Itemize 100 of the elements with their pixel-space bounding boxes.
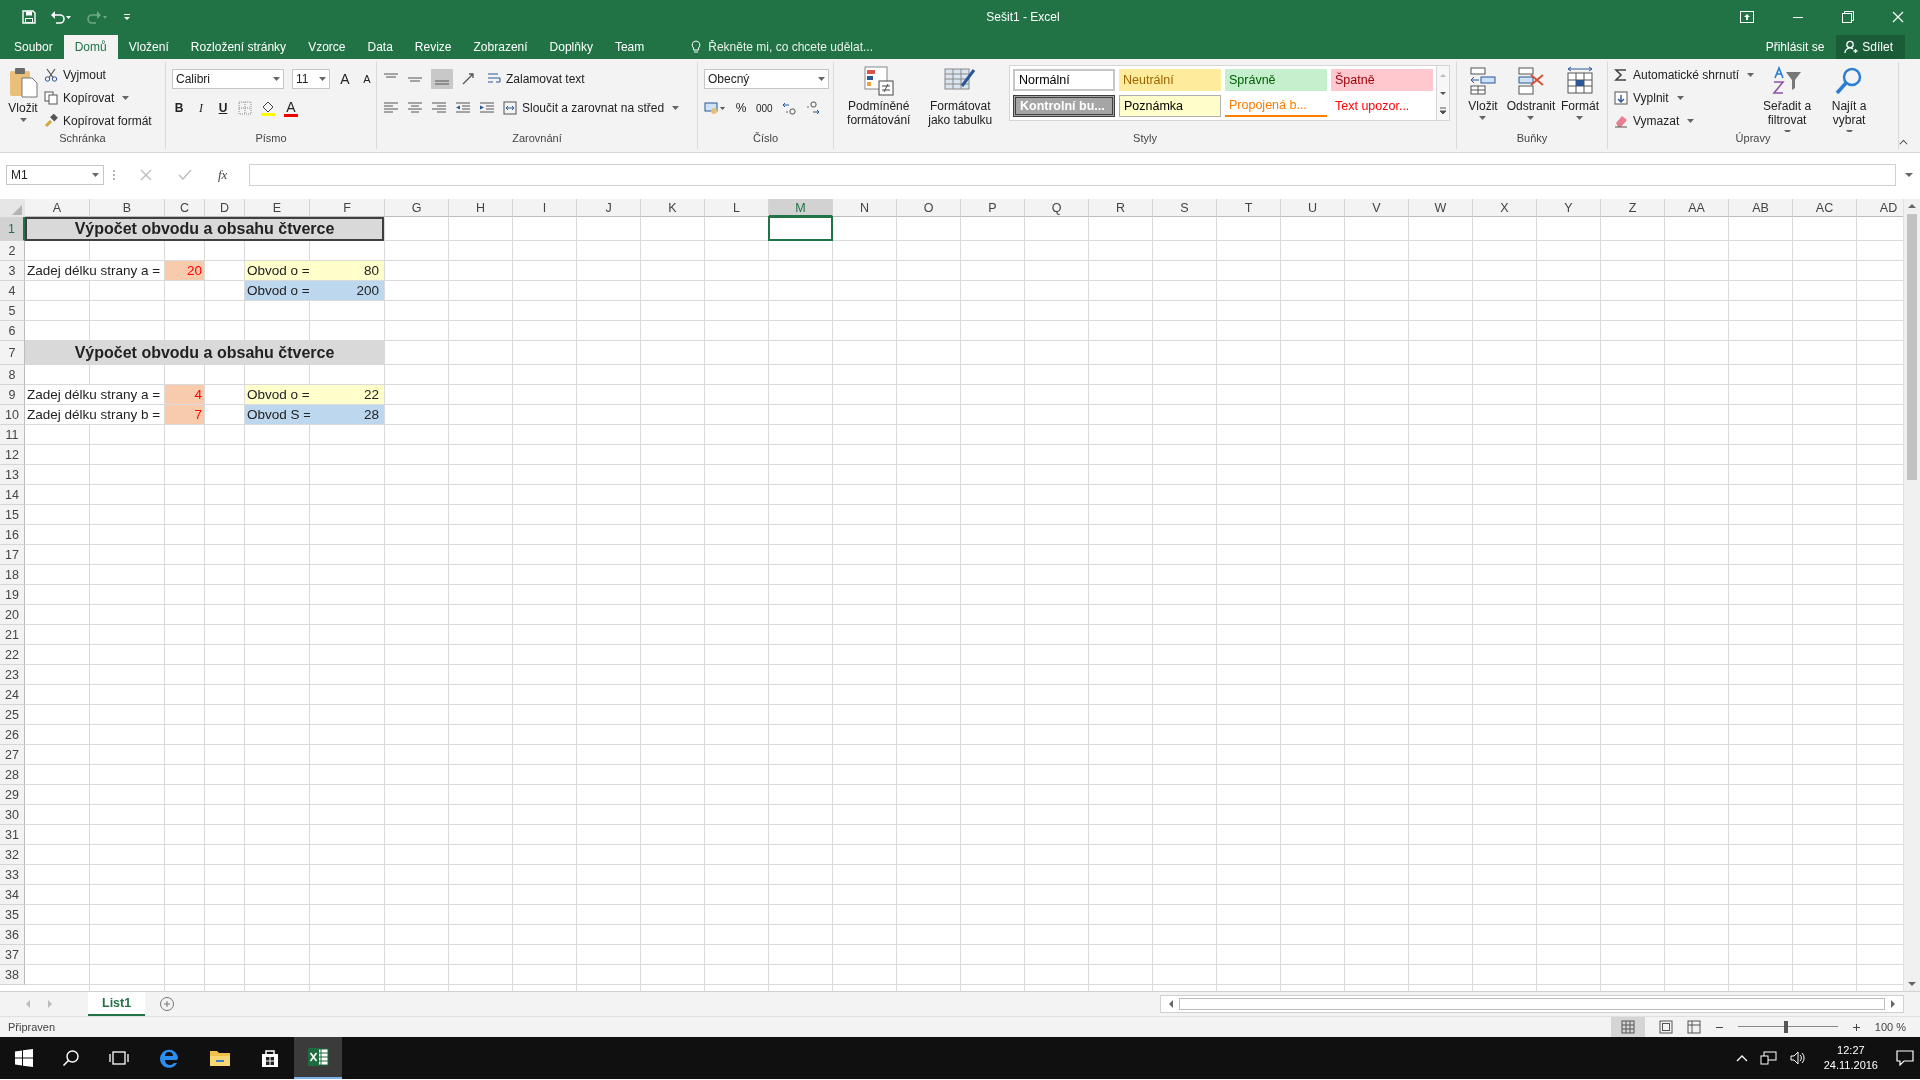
row-header[interactable]: 21 xyxy=(0,625,25,645)
column-header[interactable]: Z xyxy=(1601,199,1665,217)
column-header[interactable]: AD xyxy=(1857,199,1903,217)
cell-style-swatch[interactable]: Text upozor... xyxy=(1331,95,1433,117)
fill-color-icon[interactable] xyxy=(260,100,276,116)
copy-button[interactable]: Kopírovat xyxy=(44,88,152,108)
ribbon-tab[interactable]: Team xyxy=(603,35,656,59)
task-view-icon[interactable] xyxy=(109,1050,129,1066)
undo-icon[interactable] xyxy=(50,10,72,24)
normal-view-icon[interactable] xyxy=(1610,1017,1645,1037)
browser-icon[interactable] xyxy=(158,1047,180,1069)
share-button[interactable]: Sdílet xyxy=(1836,35,1905,59)
row-header[interactable]: 6 xyxy=(0,321,25,341)
spreadsheet-app-icon[interactable] xyxy=(294,1037,342,1079)
font-name-dropdown[interactable]: Calibri xyxy=(172,69,284,89)
expand-icon[interactable] xyxy=(1904,171,1914,179)
row-header[interactable]: 5 xyxy=(0,301,25,321)
merge-center-button[interactable]: Sloučit a zarovnat na střed xyxy=(503,98,680,118)
font-color-button[interactable]: A xyxy=(284,99,298,117)
bold-button[interactable]: B xyxy=(172,101,186,115)
row-header[interactable]: 8 xyxy=(0,365,25,385)
row-header[interactable]: 20 xyxy=(0,605,25,625)
cut-button[interactable]: Vyjmout xyxy=(44,65,152,85)
italic-button[interactable]: I xyxy=(194,100,208,116)
row-header[interactable]: 18 xyxy=(0,565,25,585)
row-header[interactable]: 13 xyxy=(0,465,25,485)
row-header[interactable]: 17 xyxy=(0,545,25,565)
column-header[interactable]: Q xyxy=(1025,199,1089,217)
column-header[interactable]: O xyxy=(897,199,961,217)
row-header[interactable]: 29 xyxy=(0,785,25,805)
number-format-dropdown[interactable]: Obecný xyxy=(704,69,829,89)
column-header[interactable]: AB xyxy=(1729,199,1793,217)
column-header[interactable]: W xyxy=(1409,199,1473,217)
save-icon[interactable] xyxy=(22,10,36,24)
row-header[interactable]: 25 xyxy=(0,705,25,725)
row-header[interactable]: 9 xyxy=(0,385,25,405)
column-header[interactable]: F xyxy=(310,199,385,217)
column-header[interactable]: Y xyxy=(1537,199,1601,217)
horizontal-scrollbar[interactable] xyxy=(1160,995,1904,1013)
column-header[interactable]: AA xyxy=(1665,199,1729,217)
format-painter-button[interactable]: Kopírovat formát xyxy=(44,111,152,131)
find-select-button[interactable]: Najít a vybrat xyxy=(1820,64,1879,132)
column-header[interactable]: J xyxy=(577,199,641,217)
scroll-thumb[interactable] xyxy=(1179,998,1885,1010)
column-header[interactable]: N xyxy=(833,199,897,217)
column-header[interactable]: A xyxy=(25,199,90,217)
network-icon[interactable] xyxy=(1759,1051,1778,1065)
column-header[interactable]: P xyxy=(961,199,1025,217)
windows-start-icon[interactable] xyxy=(15,1049,33,1067)
column-header[interactable]: S xyxy=(1153,199,1217,217)
row-header[interactable]: 32 xyxy=(0,845,25,865)
scroll-right-icon[interactable] xyxy=(1889,999,1897,1009)
name-box[interactable]: M1 xyxy=(6,165,104,185)
column-header[interactable]: L xyxy=(705,199,769,217)
row-header[interactable]: 1 xyxy=(0,217,25,241)
formula-input[interactable] xyxy=(249,164,1896,186)
restore-icon[interactable] xyxy=(1842,11,1854,23)
zoom-level[interactable]: 100 % xyxy=(1874,1021,1906,1033)
fill-button[interactable]: Vyplnit xyxy=(1614,88,1755,108)
column-header[interactable]: V xyxy=(1345,199,1409,217)
column-header[interactable]: B xyxy=(90,199,165,217)
row-header[interactable]: 37 xyxy=(0,945,25,965)
column-header[interactable]: R xyxy=(1089,199,1153,217)
chevron-up-icon[interactable] xyxy=(1735,1054,1748,1062)
conditional-formatting-button[interactable]: Podmíněné formátování xyxy=(840,64,918,129)
row-header[interactable]: 33 xyxy=(0,865,25,885)
column-header[interactable]: G xyxy=(385,199,449,217)
column-header[interactable]: D xyxy=(205,199,245,217)
row-header[interactable]: 16 xyxy=(0,525,25,545)
row-header[interactable]: 12 xyxy=(0,445,25,465)
decrease-decimal-icon[interactable] xyxy=(804,101,821,115)
row-header[interactable]: 11 xyxy=(0,425,25,445)
row-header[interactable]: 14 xyxy=(0,485,25,505)
increase-font-button[interactable]: A xyxy=(338,71,352,87)
row-header[interactable]: 3 xyxy=(0,261,25,281)
ribbon-display-icon[interactable] xyxy=(1740,11,1754,23)
column-header[interactable]: X xyxy=(1473,199,1537,217)
decrease-indent-icon[interactable] xyxy=(455,101,471,115)
clock-time[interactable]: 12:27 xyxy=(1837,1043,1865,1058)
ribbon-tab[interactable]: Revize xyxy=(403,35,463,59)
ribbon-tab[interactable]: Data xyxy=(356,35,404,59)
scroll-thumb[interactable] xyxy=(1907,214,1917,480)
row-header[interactable]: 36 xyxy=(0,925,25,945)
increase-decimal-icon[interactable] xyxy=(780,101,797,115)
autosum-button[interactable]: Automatické shrnutí xyxy=(1614,65,1755,85)
sort-filter-button[interactable]: Seřadit a filtrovat xyxy=(1758,64,1817,132)
format-as-table-button[interactable]: Formátovat jako tabulku xyxy=(921,64,999,129)
percent-button[interactable]: % xyxy=(734,101,748,115)
decrease-font-button[interactable]: A xyxy=(360,73,374,85)
insert-function-button[interactable]: fx xyxy=(218,167,228,183)
tell-me-field[interactable]: Řekněte mi, co chcete udělat... xyxy=(691,35,911,59)
selected-cell[interactable] xyxy=(768,216,833,241)
column-header[interactable]: T xyxy=(1217,199,1281,217)
row-header[interactable]: 30 xyxy=(0,805,25,825)
drag-handle-icon[interactable] xyxy=(112,169,116,181)
row-header[interactable]: 19 xyxy=(0,585,25,605)
zoom-in-icon[interactable] xyxy=(1851,1022,1861,1032)
store-icon[interactable] xyxy=(260,1048,280,1068)
column-header[interactable]: K xyxy=(641,199,705,217)
column-header[interactable]: U xyxy=(1281,199,1345,217)
